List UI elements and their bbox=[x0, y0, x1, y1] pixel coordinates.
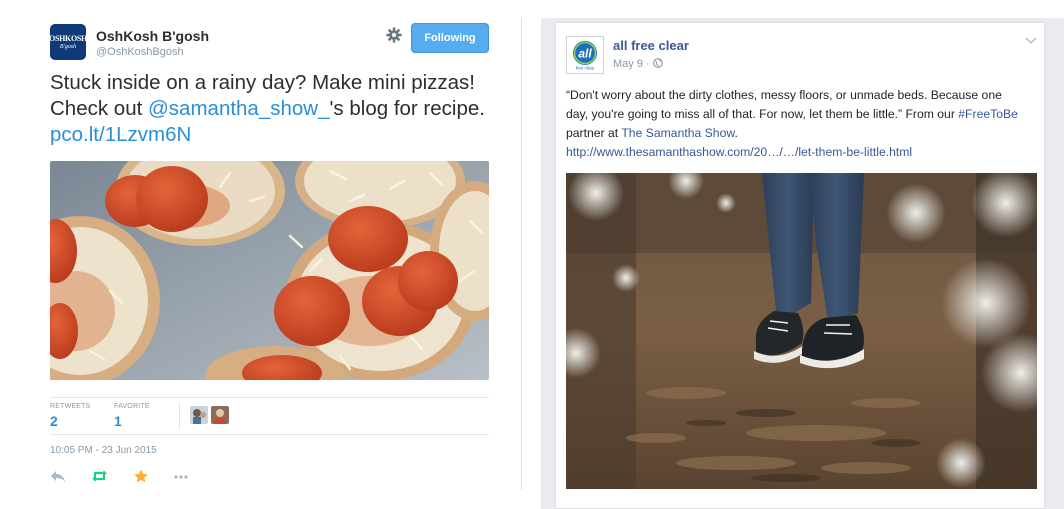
avatar[interactable] bbox=[211, 406, 229, 424]
all-free-clear-logo[interactable]: all free clear bbox=[566, 36, 604, 74]
article-url-link[interactable]: http://www.thesamanthashow.com/20…/…/let… bbox=[566, 145, 912, 159]
globe-icon bbox=[652, 58, 663, 68]
retweets-count: 2 bbox=[50, 413, 58, 429]
retweets-label: RETWEETS bbox=[50, 403, 91, 410]
retweets-stat[interactable]: RETWEETS 2 bbox=[50, 403, 91, 429]
gear-icon[interactable] bbox=[385, 26, 403, 44]
post-text-part: “Don't worry about the dirty clothes, me… bbox=[566, 88, 1002, 121]
post-date-text: May 9 · bbox=[613, 58, 653, 70]
favorites-stat[interactable]: FAVORITE 1 bbox=[114, 403, 150, 429]
partner-page-link[interactable]: The Samantha Show bbox=[621, 126, 734, 140]
tweet-author-handle[interactable]: @OshKoshBgosh bbox=[96, 46, 184, 58]
tweet-author-name[interactable]: OshKosh B'gosh bbox=[96, 28, 209, 44]
favorites-label: FAVORITE bbox=[114, 403, 150, 410]
tweet-text: Stuck inside on a rainy day? Make mini p… bbox=[50, 70, 500, 148]
tweet-timestamp[interactable]: 10:05 PM - 23 Jun 2015 bbox=[50, 445, 157, 456]
divider bbox=[179, 402, 180, 430]
more-icon[interactable] bbox=[173, 469, 189, 483]
page-name-link[interactable]: all free clear bbox=[613, 38, 689, 53]
following-button[interactable]: Following bbox=[411, 23, 489, 53]
pizza-photo[interactable] bbox=[50, 161, 489, 380]
logo-text: all bbox=[578, 47, 592, 61]
child-walking-photo[interactable] bbox=[566, 173, 1037, 489]
retweet-icon[interactable] bbox=[91, 469, 108, 483]
all-logo-icon: all free clear bbox=[569, 39, 601, 71]
divider bbox=[50, 397, 489, 398]
post-text-part: . bbox=[734, 126, 738, 140]
tweet-card: OSHKOSH B'gosh OshKosh B'gosh @OshKoshBg… bbox=[0, 0, 521, 509]
post-text-part: partner at bbox=[566, 126, 622, 140]
tweet-text-part: 's blog for recipe. bbox=[329, 97, 485, 120]
avatar-logo-text: OSHKOSH bbox=[49, 33, 87, 43]
logo-subtext: free clear bbox=[576, 66, 595, 71]
avatar-logo-subtext: B'gosh bbox=[59, 43, 77, 50]
facebook-post-text: “Don't worry about the dirty clothes, me… bbox=[566, 86, 1026, 162]
favorite-icon[interactable] bbox=[133, 469, 149, 483]
favorites-count: 1 bbox=[114, 413, 122, 429]
chevron-down-icon[interactable] bbox=[1025, 37, 1037, 45]
hashtag-link[interactable]: #FreeToBe bbox=[958, 107, 1018, 121]
avatar[interactable] bbox=[190, 406, 208, 424]
panel-divider bbox=[521, 18, 522, 490]
url-link[interactable]: pco.lt/1Lzvm6N bbox=[50, 123, 191, 146]
oshkosh-avatar[interactable]: OSHKOSH B'gosh bbox=[49, 24, 87, 60]
mention-link[interactable]: @samantha_show_ bbox=[148, 97, 330, 120]
reply-icon[interactable] bbox=[50, 469, 66, 483]
post-date[interactable]: May 9 · bbox=[613, 58, 663, 70]
divider bbox=[50, 434, 489, 435]
